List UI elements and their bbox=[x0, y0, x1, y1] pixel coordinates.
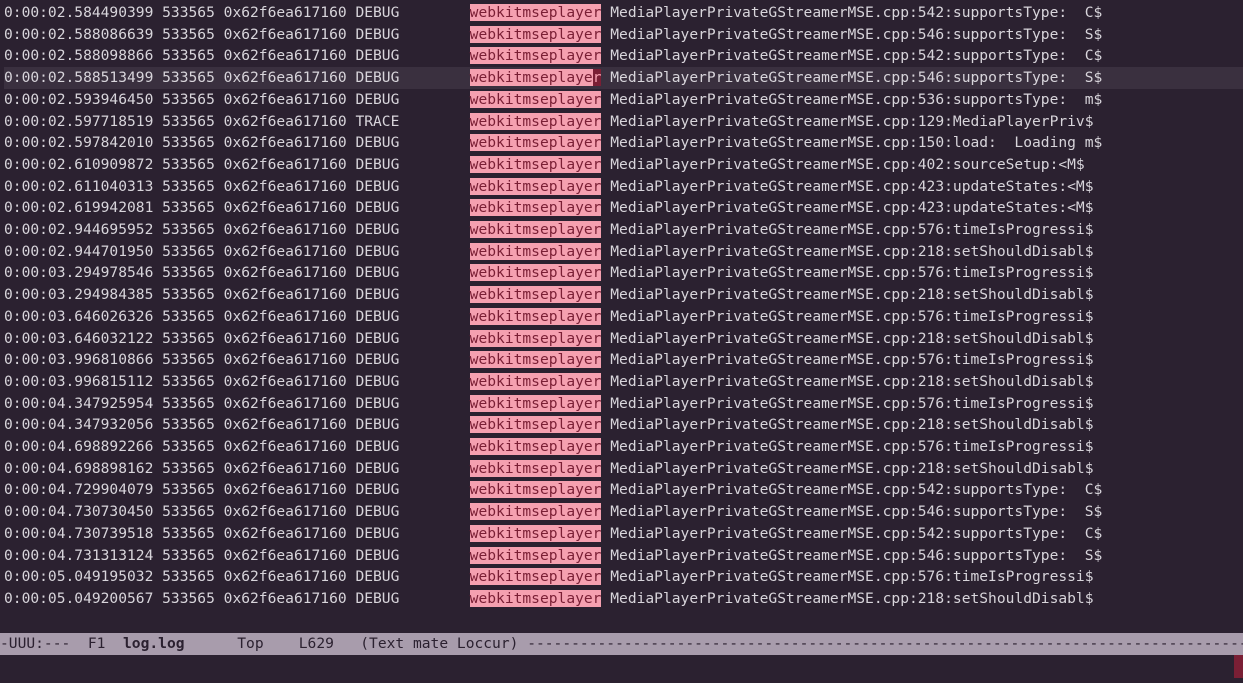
log-line: 0:00:04.730730450 533565 0x62f6ea617160 … bbox=[4, 501, 1243, 523]
log-line: 0:00:04.731313124 533565 0x62f6ea617160 … bbox=[4, 545, 1243, 567]
search-match: webkitmseplayer bbox=[470, 503, 602, 520]
search-match: webkitmseplayer bbox=[470, 178, 602, 195]
log-buffer[interactable]: 0:00:02.584490399 533565 0x62f6ea617160 … bbox=[0, 0, 1243, 610]
log-line: 0:00:02.597718519 533565 0x62f6ea617160 … bbox=[4, 111, 1243, 133]
search-match: webkitmseplayer bbox=[470, 308, 602, 325]
log-line: 0:00:02.584490399 533565 0x62f6ea617160 … bbox=[4, 2, 1243, 24]
minibuffer-cursor bbox=[1234, 655, 1243, 678]
search-match: webkitmseplayer bbox=[470, 47, 602, 64]
search-match: webkitmseplayer bbox=[470, 525, 602, 542]
modeline-status: -UUU:--- F1 bbox=[0, 635, 123, 652]
search-match: webkitmseplayer bbox=[470, 547, 602, 564]
search-match: webkitmseplayer bbox=[470, 460, 602, 477]
log-line: 0:00:02.619942081 533565 0x62f6ea617160 … bbox=[4, 197, 1243, 219]
log-line: 0:00:05.049200567 533565 0x62f6ea617160 … bbox=[4, 588, 1243, 610]
search-match: webkitmseplayer bbox=[470, 4, 602, 21]
log-line: 0:00:02.611040313 533565 0x62f6ea617160 … bbox=[4, 176, 1243, 198]
log-line: 0:00:04.729904079 533565 0x62f6ea617160 … bbox=[4, 479, 1243, 501]
search-match: webkitmseplayer bbox=[470, 134, 602, 151]
minibuffer[interactable] bbox=[0, 655, 1234, 678]
log-line: 0:00:03.996815112 533565 0x62f6ea617160 … bbox=[4, 371, 1243, 393]
log-line: 0:00:04.698898162 533565 0x62f6ea617160 … bbox=[4, 458, 1243, 480]
search-match: webkitmseplayer bbox=[470, 113, 602, 130]
log-line: 0:00:03.646032122 533565 0x62f6ea617160 … bbox=[4, 328, 1243, 350]
search-match: webkitmseplayer bbox=[470, 156, 602, 173]
search-match: webkitmseplayer bbox=[470, 351, 602, 368]
search-match: webkitmseplayer bbox=[470, 243, 602, 260]
log-line: 0:00:02.944695952 533565 0x62f6ea617160 … bbox=[4, 219, 1243, 241]
log-line: 0:00:03.294978546 533565 0x62f6ea617160 … bbox=[4, 262, 1243, 284]
search-match: webkitmseplayer bbox=[470, 264, 602, 281]
log-line: 0:00:02.597842010 533565 0x62f6ea617160 … bbox=[4, 132, 1243, 154]
log-line: 0:00:03.996810866 533565 0x62f6ea617160 … bbox=[4, 349, 1243, 371]
modeline-position: Top L629 (Text mate Loccur) bbox=[185, 635, 528, 652]
search-match: webkitmseplayer bbox=[470, 91, 602, 108]
search-match: webkitmseplayer bbox=[470, 568, 602, 585]
log-line: 0:00:04.347932056 533565 0x62f6ea617160 … bbox=[4, 414, 1243, 436]
search-match: webkitmseplayer bbox=[470, 221, 602, 238]
text-cursor: r bbox=[593, 69, 602, 86]
search-match: webkitmseplayer bbox=[470, 438, 602, 455]
search-match: webkitmseplayer bbox=[470, 590, 602, 607]
modeline: -UUU:--- F1 log.log Top L629 (Text mate … bbox=[0, 633, 1243, 655]
log-line: 0:00:04.730739518 533565 0x62f6ea617160 … bbox=[4, 523, 1243, 545]
search-match: webkitmseplayer bbox=[470, 395, 602, 412]
log-line: 0:00:03.294984385 533565 0x62f6ea617160 … bbox=[4, 284, 1243, 306]
log-line: 0:00:04.698892266 533565 0x62f6ea617160 … bbox=[4, 436, 1243, 458]
search-match: webkitmseplayer bbox=[470, 286, 602, 303]
log-line: 0:00:02.610909872 533565 0x62f6ea617160 … bbox=[4, 154, 1243, 176]
search-match: webkitmseplaye bbox=[470, 69, 593, 86]
search-match: webkitmseplayer bbox=[470, 481, 602, 498]
log-line: 0:00:02.944701950 533565 0x62f6ea617160 … bbox=[4, 241, 1243, 263]
log-line: 0:00:02.588086639 533565 0x62f6ea617160 … bbox=[4, 24, 1243, 46]
search-match: webkitmseplayer bbox=[470, 26, 602, 43]
log-line: 0:00:02.588513499 533565 0x62f6ea617160 … bbox=[4, 67, 1243, 89]
log-line: 0:00:02.588098866 533565 0x62f6ea617160 … bbox=[4, 45, 1243, 67]
log-line: 0:00:05.049195032 533565 0x62f6ea617160 … bbox=[4, 566, 1243, 588]
log-line: 0:00:04.347925954 533565 0x62f6ea617160 … bbox=[4, 393, 1243, 415]
search-match: webkitmseplayer bbox=[470, 373, 602, 390]
search-match: webkitmseplayer bbox=[470, 330, 602, 347]
modeline-dashes: ----------------------------------------… bbox=[527, 635, 1243, 652]
log-line: 0:00:02.593946450 533565 0x62f6ea617160 … bbox=[4, 89, 1243, 111]
log-line: 0:00:03.646026326 533565 0x62f6ea617160 … bbox=[4, 306, 1243, 328]
search-match: webkitmseplayer bbox=[470, 416, 602, 433]
search-match: webkitmseplayer bbox=[470, 199, 602, 216]
modeline-buffer-name: log.log bbox=[123, 635, 185, 652]
